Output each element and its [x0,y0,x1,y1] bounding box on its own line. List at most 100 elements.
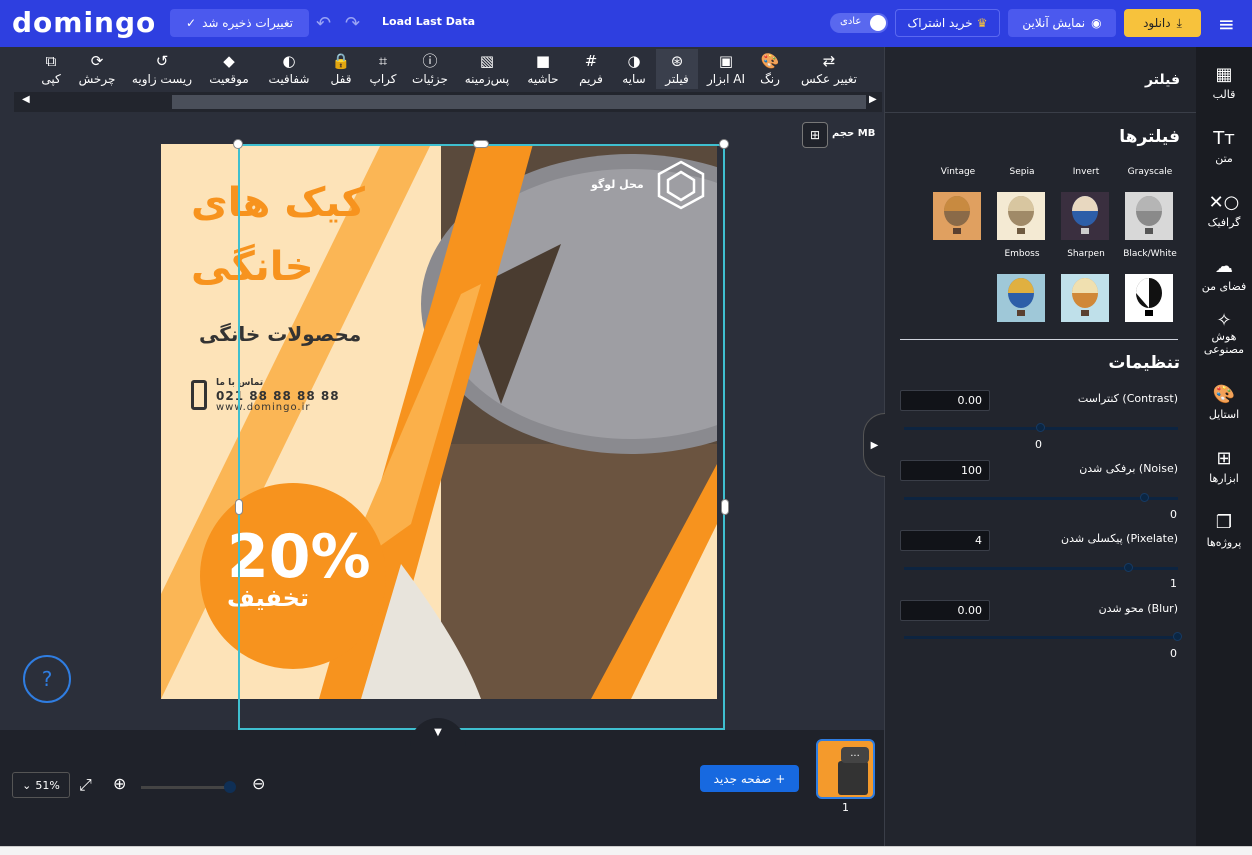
scroll-left-icon[interactable]: ◀ [22,94,30,105]
nav-label: ابزارها [1209,472,1239,485]
download-button[interactable]: دانلود ⤓ [1124,9,1201,37]
tool-label: پس‌زمینه [464,71,510,86]
nav-graphics[interactable]: ✕○ گرافیک [1196,192,1252,229]
page-thumbnail[interactable]: ... [816,739,875,799]
calculator-icon[interactable]: ⊞ [802,122,828,148]
tool-reset-angle[interactable]: ↺ ریست زاویه [130,49,194,89]
tool-rotate[interactable]: ⟳ چرخش [78,49,116,89]
contrast-label: کنتراست (Contrast) [1077,392,1178,405]
blur-label: محو شدن (Blur) [1098,602,1178,615]
design-discount-label[interactable]: تخفیف [227,584,309,612]
resize-handle-left[interactable] [235,499,243,515]
filter-vintage-thumb[interactable] [933,192,981,240]
nav-ai[interactable]: ✧ هوش مصنوعی [1196,312,1252,357]
help-button[interactable]: ? [23,655,71,703]
noise-input[interactable]: 100 [900,460,990,481]
scroll-right-icon[interactable]: ▶ [869,94,877,105]
design-canvas[interactable]: کیک های خانگی محصولات خانگی تماس با ما 0… [161,144,717,699]
nav-template[interactable]: ▦ قالب [1196,64,1252,101]
blur-slider[interactable] [904,636,1178,639]
tool-background[interactable]: ▧ پس‌زمینه [462,49,512,89]
nav-tools[interactable]: ⊞ ابزارها [1196,448,1252,485]
nav-my-space[interactable]: ☁ فضای من [1196,256,1252,293]
resize-handle-right[interactable] [721,499,729,515]
new-page-button[interactable]: صفحه جدید + [700,765,799,792]
design-title-line1[interactable]: کیک های [191,180,365,226]
tool-ai[interactable]: ▣ ابزار AI [704,49,748,89]
nav-style[interactable]: 🎨 استایل [1196,384,1252,421]
settings-divider [900,339,1178,340]
design-subtitle[interactable]: محصولات خانگی [199,322,361,346]
fit-screen-icon[interactable]: ⤢ [79,775,92,795]
zoom-out-icon[interactable]: ⊖ [252,774,265,793]
nav-label: گرافیک [1207,216,1241,229]
palette-icon: 🎨 [760,51,780,70]
tool-shadow[interactable]: ◑ سایه [618,49,650,89]
zoom-select[interactable]: ⌄ 51% [12,772,70,798]
pixelate-input[interactable]: 4 [900,530,990,551]
pixelate-slider[interactable] [904,567,1178,570]
template-icon: ▦ [1215,64,1233,85]
tool-replace-image[interactable]: ⇄ تغییر عکس [796,49,862,89]
blur-input[interactable]: 0.00 [900,600,990,621]
top-bar: domingo ✓ تغییرات ذخیره شد ↶ ↷ Load Last… [0,0,1252,47]
load-last-data-button[interactable]: Load Last Data [382,15,475,28]
filter-invert-thumb[interactable] [1061,192,1109,240]
design-title-line2[interactable]: خانگی [191,244,314,290]
hamburger-menu-icon[interactable]: ≡ [1218,12,1235,36]
tool-filter[interactable]: ⊛ فیلتر [656,49,698,89]
noise-slider[interactable] [904,497,1178,500]
online-preview-button[interactable]: نمایش آنلاین ◉ [1008,9,1116,37]
tool-position[interactable]: ◆ موقعیت [206,49,252,89]
nav-text[interactable]: Tт متن [1196,128,1252,165]
zoom-slider[interactable] [141,786,233,789]
filter-emboss-thumb[interactable] [997,274,1045,322]
design-logo-placeholder[interactable]: محل لوگو [591,178,644,191]
style-palette-icon: 🎨 [1212,384,1236,405]
nav-projects[interactable]: ❐ پروژه‌ها [1196,512,1252,549]
page-more-button[interactable]: ... [841,747,869,763]
element-toolbar: ⧉ کپی ⟳ چرخش ↺ ریست زاویه ◆ موقعیت ◐ شفافیت 🔒… [0,47,884,91]
mode-toggle[interactable]: عادی [830,13,888,33]
pixelate-slider-value: 1 [1170,577,1177,590]
tool-color[interactable]: 🎨 رنگ [756,49,784,89]
resize-handle-top-right[interactable] [719,139,729,149]
resize-handle-top[interactable] [473,140,489,148]
layers-icon: ◆ [223,51,235,70]
undo-icon[interactable]: ↶ [316,13,331,34]
pixelate-slider-knob[interactable] [1123,563,1133,572]
domingo-logo[interactable]: domingo [12,6,156,39]
tool-lock[interactable]: 🔒 قفل [326,49,356,89]
tool-frame[interactable]: # فریم [574,49,608,89]
contrast-input[interactable]: 0.00 [900,390,990,411]
crop-icon: ⌗ [378,51,388,70]
panel-collapse-button[interactable]: ▶ [863,413,885,477]
zoom-slider-knob[interactable] [224,781,236,793]
resize-handle-top-left[interactable] [233,139,243,149]
design-discount-percent[interactable]: 20% [227,522,371,592]
zoom-in-icon[interactable]: ⊕ [113,774,126,793]
subscribe-label: خرید اشتراک [907,16,973,30]
right-nav [1196,47,1252,846]
tool-details[interactable]: ⓘ جزئیات [410,49,450,89]
tool-border[interactable]: ■ حاشیه [524,49,562,89]
toolbar-scroll-thumb[interactable] [172,95,866,109]
design-contact-label[interactable]: تماس با ما [216,378,263,388]
contrast-slider-knob[interactable] [1036,423,1045,432]
tool-opacity[interactable]: ◐ شفافیت [266,49,312,89]
blur-slider-knob[interactable] [1173,632,1182,641]
settings-heading: تنظیمات [1108,353,1180,373]
tool-crop[interactable]: ⌗ کراپ [368,49,398,89]
window-footer [0,846,1252,855]
filter-blackwhite-thumb[interactable] [1125,274,1173,322]
tool-label: رنگ [760,71,780,86]
filter-grayscale-thumb[interactable] [1125,192,1173,240]
design-website[interactable]: www.domingo.ir [216,402,310,413]
redo-icon[interactable]: ↷ [345,13,360,34]
saved-status-button[interactable]: ✓ تغییرات ذخیره شد [170,9,309,37]
filter-sepia-thumb[interactable] [997,192,1045,240]
tool-copy[interactable]: ⧉ کپی [38,49,64,89]
subscribe-button[interactable]: خرید اشتراک ♛ [895,9,1000,37]
filter-sharpen-thumb[interactable] [1061,274,1109,322]
design-phone[interactable]: 021 88 88 88 88 [216,389,340,403]
